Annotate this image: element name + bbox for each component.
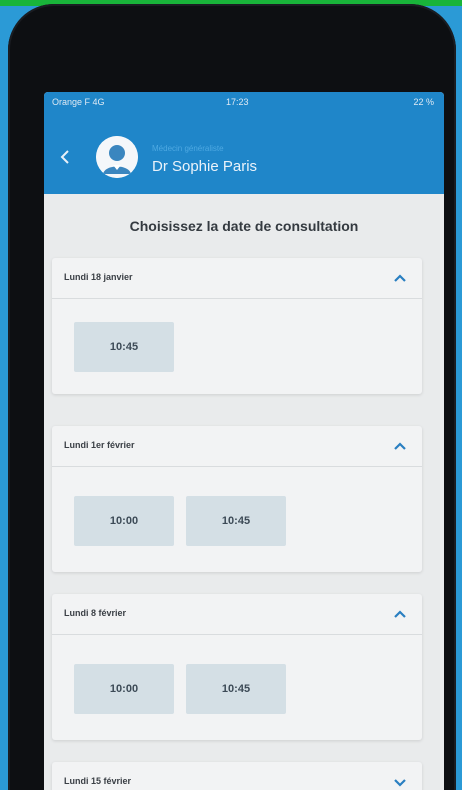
day-date: Lundi 15 février bbox=[64, 776, 132, 786]
phone-frame: Orange F 4G 17:23 22 % Médecin généralis… bbox=[8, 4, 456, 790]
page-title: Choisissez la date de consultation bbox=[129, 218, 359, 234]
day-card-header[interactable]: Lundi 1er février bbox=[52, 426, 422, 467]
doctor-name: Dr Sophie Paris bbox=[152, 158, 258, 175]
doctor-avatar bbox=[96, 136, 138, 178]
chevron-up-icon[interactable] bbox=[390, 436, 410, 456]
day-card-header[interactable]: Lundi 15 février bbox=[52, 762, 422, 790]
doctor-avatar-icon bbox=[96, 136, 138, 178]
day-date: Lundi 1er février bbox=[64, 440, 135, 450]
carrier-label: Orange F 4G bbox=[52, 97, 105, 107]
time-slot-button[interactable]: 10:00 bbox=[74, 496, 174, 546]
day-date: Lundi 18 janvier bbox=[64, 272, 133, 282]
day-card-header[interactable]: Lundi 18 janvier bbox=[52, 258, 422, 299]
app-header: Orange F 4G 17:23 22 % Médecin généralis… bbox=[44, 92, 444, 194]
status-time: 17:23 bbox=[226, 97, 249, 107]
doctor-specialty: Médecin généraliste bbox=[152, 144, 224, 153]
day-card: Lundi 8 février 10:00 10:45 bbox=[52, 594, 422, 740]
chevron-up-icon[interactable] bbox=[390, 268, 410, 288]
day-card: Lundi 18 janvier 10:45 bbox=[52, 258, 422, 394]
day-card: Lundi 1er février 10:00 10:45 bbox=[52, 426, 422, 572]
battery-label: 22 % bbox=[413, 97, 434, 107]
time-slot-button[interactable]: 10:45 bbox=[186, 664, 286, 714]
status-bar: Orange F 4G 17:23 22 % bbox=[44, 92, 444, 114]
chevron-down-icon[interactable] bbox=[390, 772, 410, 790]
chevron-left-icon bbox=[60, 150, 69, 164]
time-slot-button[interactable]: 10:45 bbox=[74, 322, 174, 372]
back-button[interactable] bbox=[58, 146, 76, 170]
time-slot-button[interactable]: 10:00 bbox=[74, 664, 174, 714]
time-slot-button[interactable]: 10:45 bbox=[186, 496, 286, 546]
chevron-up-icon[interactable] bbox=[390, 604, 410, 624]
day-date: Lundi 8 février bbox=[64, 608, 127, 618]
day-card-header[interactable]: Lundi 8 février bbox=[52, 594, 422, 635]
app-screen: Orange F 4G 17:23 22 % Médecin généralis… bbox=[44, 92, 444, 790]
day-card: Lundi 15 février bbox=[52, 762, 422, 790]
